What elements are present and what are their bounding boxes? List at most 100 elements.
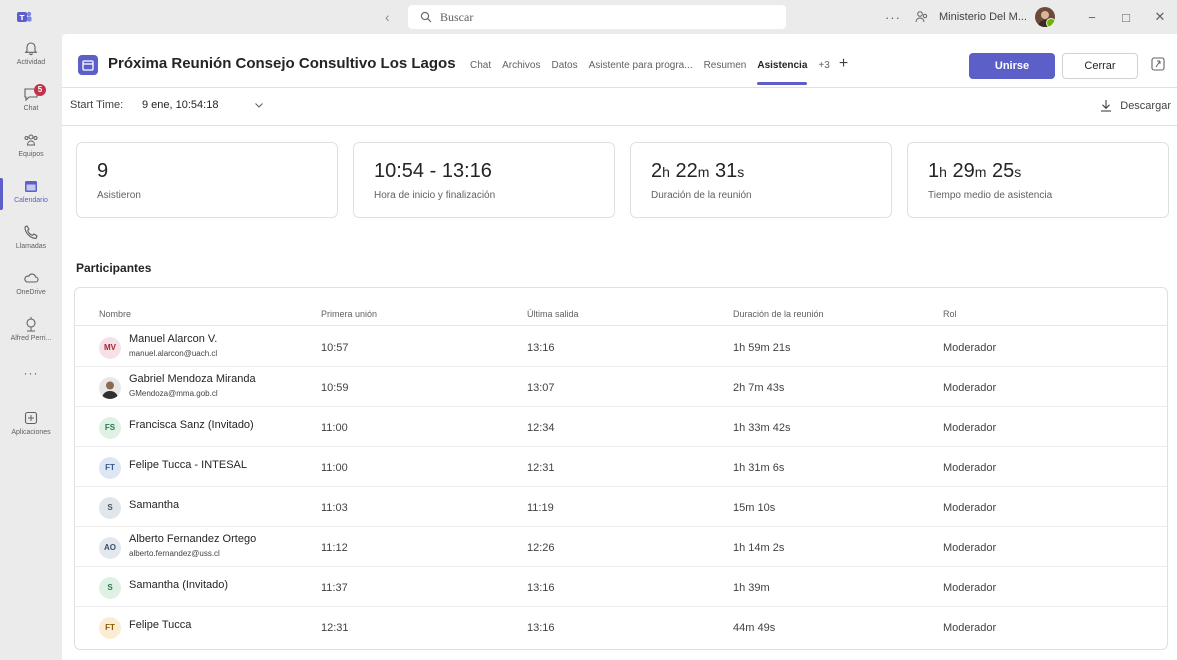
- table-header: Nombre Primera unión Última salida Durac…: [75, 288, 1167, 326]
- role: Moderador: [943, 422, 997, 434]
- card-attended: 9 Asistieron: [76, 142, 338, 218]
- rail-label: Equipos: [18, 151, 44, 158]
- meeting-title: Próxima Reunión Consejo Consultivo Los L…: [108, 55, 456, 72]
- first-join: 11:37: [321, 582, 348, 594]
- bell-icon: [24, 42, 38, 56]
- table-row[interactable]: FT Felipe Tucca - INTESAL 11:00 12:31 1h 31m…: [75, 447, 1167, 487]
- org-people-icon[interactable]: [915, 10, 929, 24]
- rail-item-chat[interactable]: 5 Chat: [0, 82, 62, 126]
- role: Moderador: [943, 542, 997, 554]
- org-name[interactable]: Ministerio Del M...: [939, 11, 1027, 23]
- close-button[interactable]: Cerrar: [1062, 53, 1138, 79]
- svg-text:T: T: [20, 14, 25, 22]
- attended-label: Asistieron: [97, 190, 141, 201]
- join-button[interactable]: Unirse: [969, 53, 1055, 79]
- more-apps-button[interactable]: ···: [0, 362, 62, 406]
- last-leave: 12:26: [527, 542, 555, 554]
- rail-label: Alfred Perri...: [10, 335, 52, 342]
- rail-item-equipos[interactable]: Equipos: [0, 128, 62, 172]
- first-join: 11:00: [321, 462, 348, 474]
- tab-datos[interactable]: Datos: [551, 60, 577, 71]
- table-row[interactable]: AO Alberto Fernandez Ortego alberto.fernan…: [75, 527, 1167, 567]
- meeting-duration: 1h 59m 21s: [733, 342, 791, 354]
- search-placeholder: Buscar: [440, 9, 474, 24]
- cloud-icon: [24, 273, 39, 283]
- participant-name: Samantha (Invitado): [129, 579, 229, 591]
- first-join: 11:00: [321, 422, 348, 434]
- rail-item-aplicaciones[interactable]: Aplicaciones: [0, 406, 62, 450]
- tab-more[interactable]: +3: [818, 60, 829, 71]
- participant-email: alberto.fernandez@uss.cl: [129, 549, 220, 558]
- participant-avatar: FT: [99, 617, 121, 639]
- tab-asistencia[interactable]: Asistencia: [757, 60, 808, 85]
- meeting-duration: 44m 49s: [733, 622, 776, 634]
- chat-badge: 5: [34, 84, 46, 96]
- rail-item-llamadas[interactable]: Llamadas: [0, 220, 62, 264]
- col-nombre[interactable]: Nombre: [99, 309, 131, 319]
- add-tab-icon[interactable]: +: [839, 55, 848, 73]
- popout-icon[interactable]: [1150, 55, 1166, 73]
- card-duration: 2h 22m 31s Duración de la reunión: [630, 142, 892, 218]
- start-time-dropdown[interactable]: 9 ene, 10:54:18: [142, 99, 218, 111]
- meeting-duration: 2h 7m 43s: [733, 382, 785, 394]
- col-duracion[interactable]: Duración de la reunión: [733, 309, 824, 319]
- tab-resumen[interactable]: Resumen: [704, 60, 747, 71]
- table-row[interactable]: S Samantha (Invitado) 11:37 13:16 1h 39m Mode…: [75, 567, 1167, 607]
- participant-photo-avatar: [99, 377, 121, 399]
- minimize-icon[interactable]: −: [1075, 10, 1109, 25]
- participant-name: Alberto Fernandez Ortego: [129, 533, 257, 545]
- user-avatar[interactable]: [1035, 7, 1055, 27]
- card-average: 1h 29m 25s Tiempo medio de asistencia: [907, 142, 1169, 218]
- duration-value: 2h 22m 31s: [651, 160, 745, 182]
- calendar-icon: [25, 181, 37, 192]
- rail-label: Actividad: [16, 59, 46, 66]
- rail-item-calendario[interactable]: Calendario: [0, 174, 62, 218]
- participants-title: Participantes: [76, 261, 152, 275]
- close-window-icon[interactable]: ✕: [1143, 9, 1177, 25]
- meeting-tabs: Chat Archivos Datos Asistente para progr…: [470, 55, 848, 85]
- teams-logo-icon: T: [17, 11, 32, 22]
- participant-avatar: S: [99, 577, 121, 599]
- rail-label: Aplicaciones: [11, 429, 51, 436]
- role: Moderador: [943, 502, 997, 514]
- search-icon: [420, 11, 432, 23]
- rail-item-alfred[interactable]: Alfred Perri...: [0, 312, 62, 356]
- participant-name: Gabriel Mendoza Miranda: [129, 373, 256, 385]
- more-options-icon[interactable]: ···: [885, 10, 901, 25]
- col-rol[interactable]: Rol: [943, 309, 957, 319]
- start-time-label: Start Time:: [70, 99, 124, 111]
- add-apps-icon: [24, 411, 38, 425]
- participant-avatar: S: [99, 497, 121, 519]
- rail-item-onedrive[interactable]: OneDrive: [0, 266, 62, 310]
- last-leave: 12:31: [527, 462, 555, 474]
- role: Moderador: [943, 342, 997, 354]
- maximize-icon[interactable]: □: [1109, 10, 1143, 25]
- duration-label: Duración de la reunión: [651, 190, 752, 201]
- participants-table: Nombre Primera unión Última salida Durac…: [74, 287, 1168, 650]
- rail-item-actividad[interactable]: Actividad: [0, 36, 62, 80]
- search-input[interactable]: Buscar: [408, 5, 786, 29]
- chevron-down-icon[interactable]: [254, 100, 264, 110]
- table-row[interactable]: MV Manuel Alarcon V. manuel.alarcon@uach.c…: [75, 327, 1167, 367]
- col-ultima-salida[interactable]: Última salida: [527, 309, 579, 319]
- table-row[interactable]: Gabriel Mendoza Miranda GMendoza@mma.gob.…: [75, 367, 1167, 407]
- first-join: 11:12: [321, 542, 348, 554]
- participant-avatar: AO: [99, 537, 121, 559]
- table-row[interactable]: FS Francisca Sanz (Invitado) 11:00 12:34 1h …: [75, 407, 1167, 447]
- tab-chat[interactable]: Chat: [470, 60, 491, 71]
- first-join: 10:59: [321, 382, 349, 394]
- table-row[interactable]: FT Felipe Tucca 12:31 13:16 44m 49s Moderador: [75, 607, 1167, 647]
- tab-asistente[interactable]: Asistente para progra...: [589, 60, 693, 71]
- tab-archivos[interactable]: Archivos: [502, 60, 540, 71]
- meeting-header: Próxima Reunión Consejo Consultivo Los L…: [62, 34, 1177, 88]
- meeting-duration: 1h 33m 42s: [733, 422, 791, 434]
- download-button[interactable]: Descargar: [1100, 99, 1171, 112]
- participant-email: manuel.alarcon@uach.cl: [129, 349, 218, 358]
- table-row[interactable]: S Samantha 11:03 11:19 15m 10s Moderador: [75, 487, 1167, 527]
- last-leave: 13:16: [527, 582, 555, 594]
- average-label: Tiempo medio de asistencia: [928, 190, 1053, 201]
- role: Moderador: [943, 622, 997, 634]
- participant-name: Samantha: [129, 499, 180, 511]
- col-primera-union[interactable]: Primera unión: [321, 309, 377, 319]
- participant-avatar: FT: [99, 457, 121, 479]
